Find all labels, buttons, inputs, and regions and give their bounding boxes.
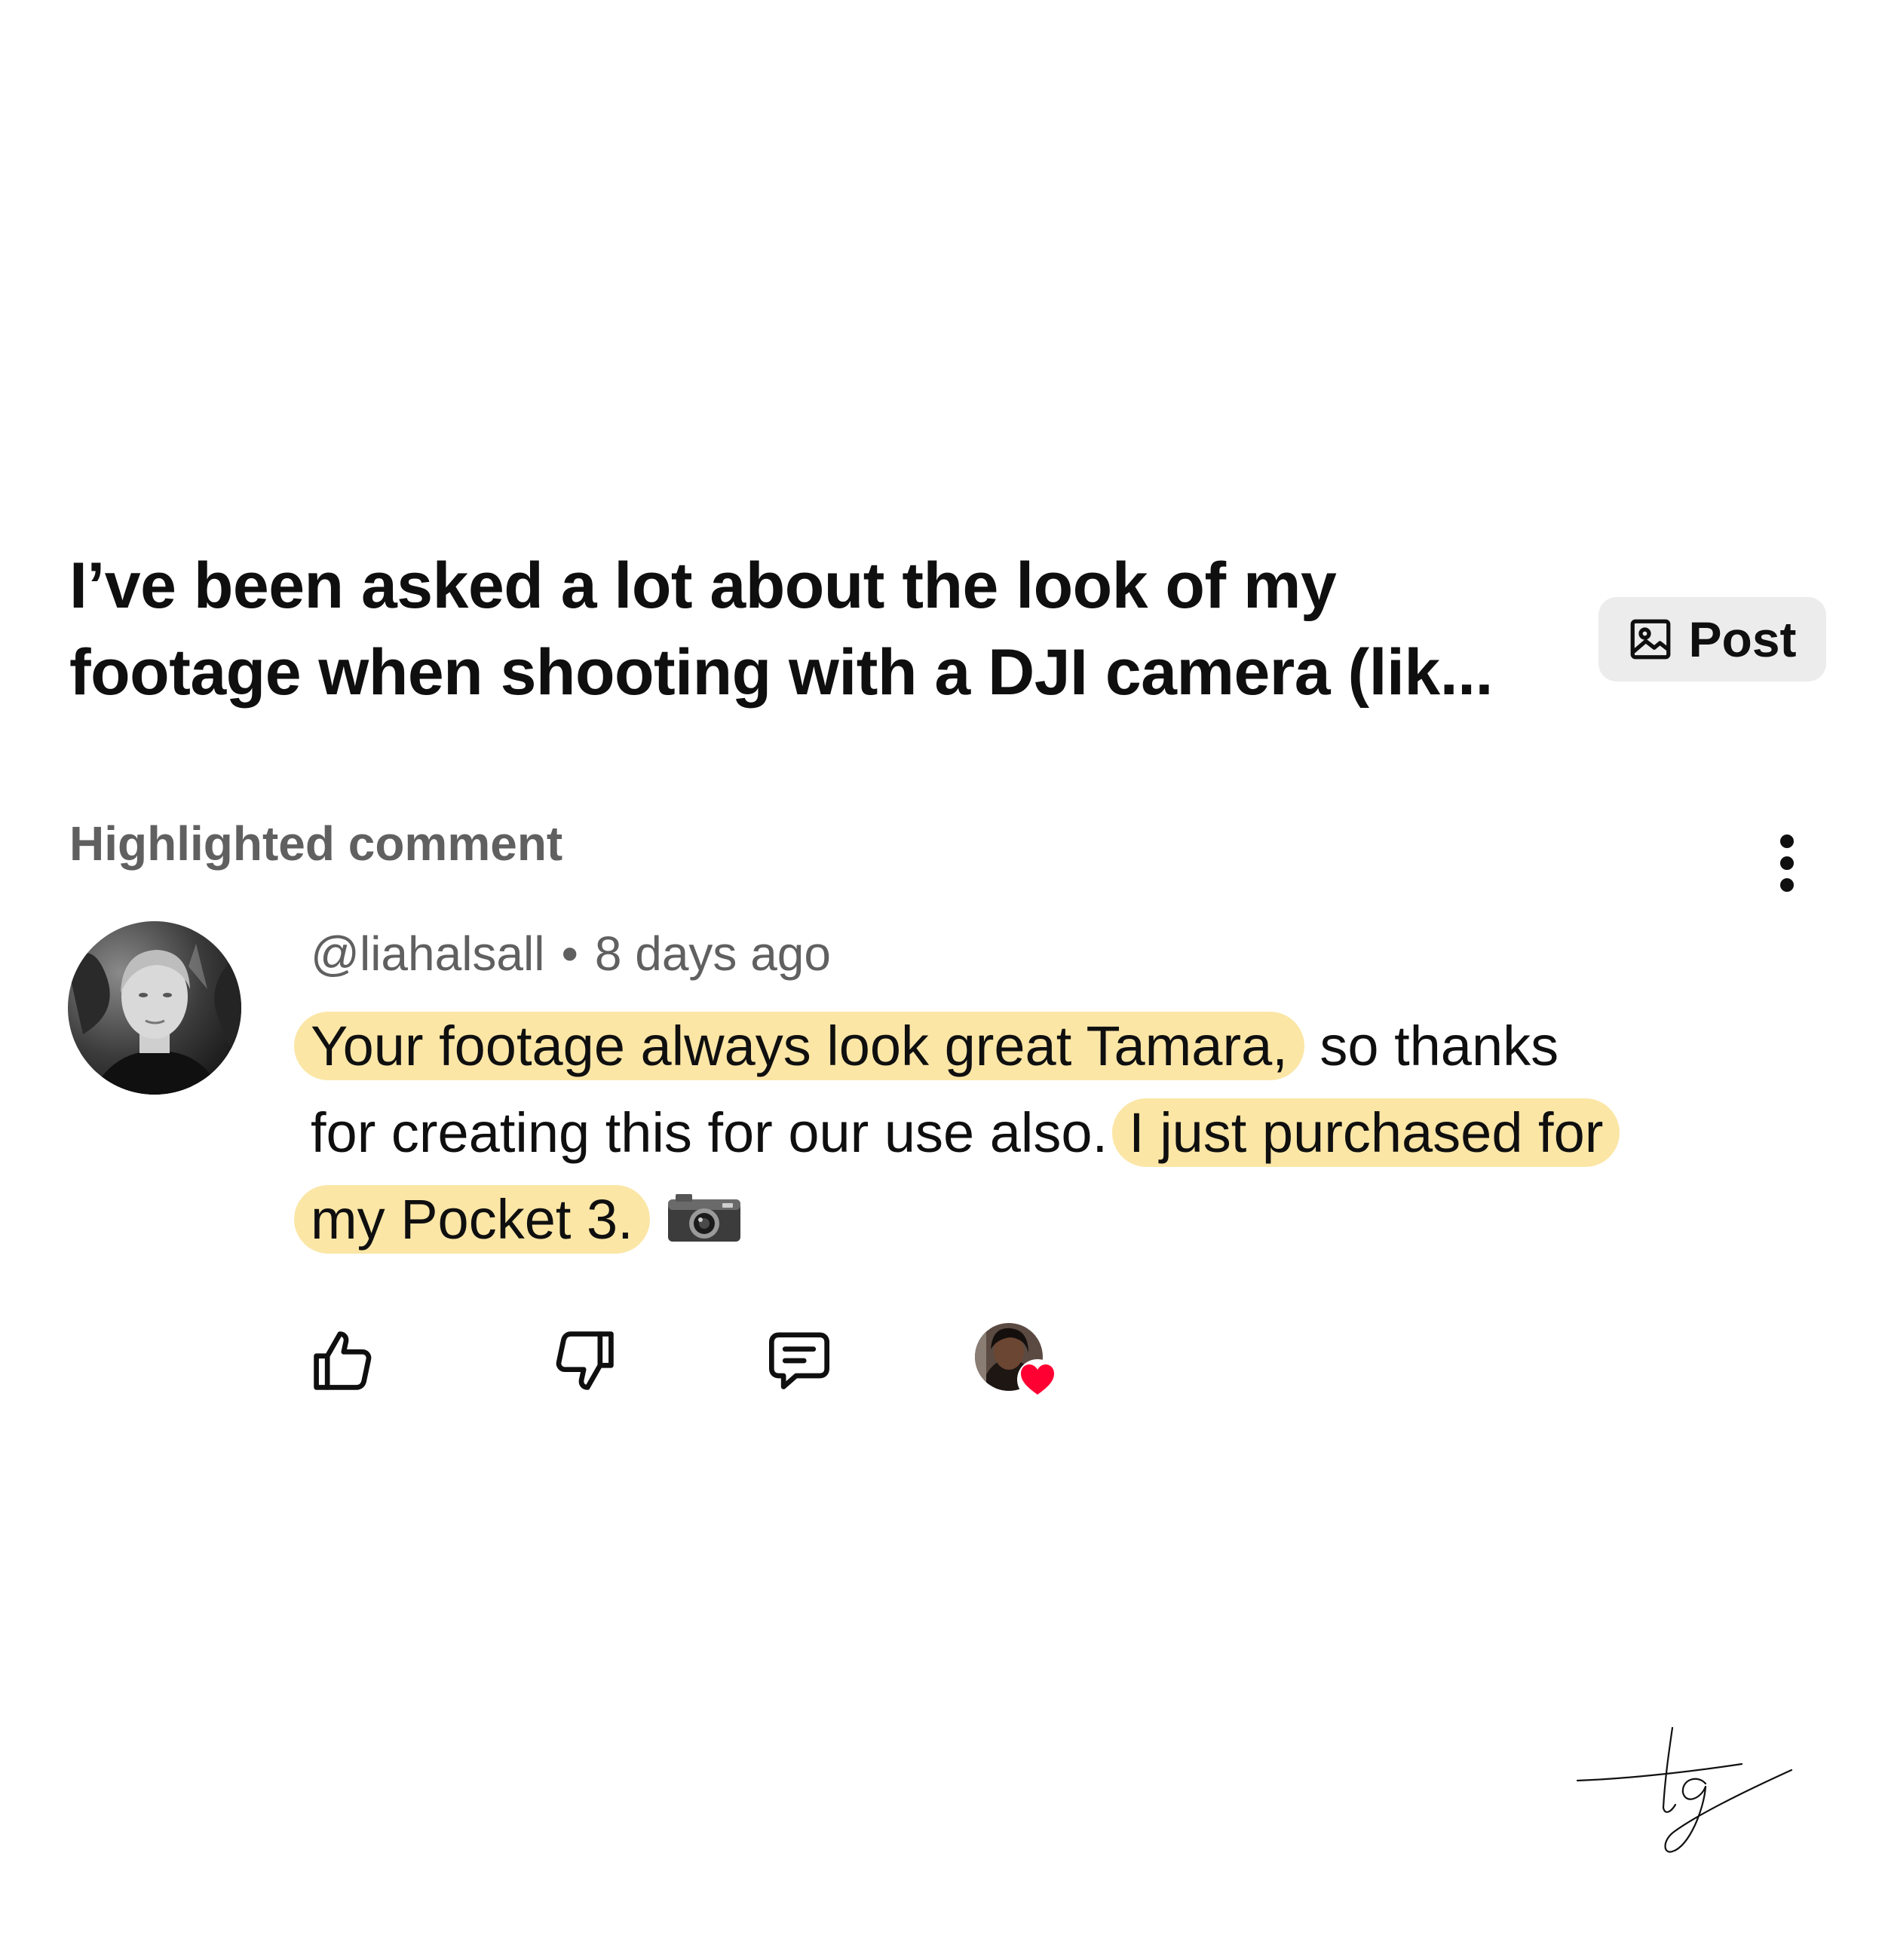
comment-line-3: my Pocket 3. bbox=[294, 1176, 1819, 1267]
post-title-line-2: footage when shooting with a DJI camera … bbox=[69, 636, 1493, 709]
image-icon bbox=[1631, 619, 1671, 660]
post-title[interactable]: I’ve been asked a lot about the look of … bbox=[69, 543, 1608, 716]
thumbs-down-icon bbox=[556, 1331, 614, 1390]
commenter-avatar[interactable] bbox=[68, 921, 241, 1095]
dislike-button[interactable] bbox=[547, 1323, 622, 1398]
reply-icon bbox=[769, 1332, 829, 1389]
creator-heart-badge bbox=[973, 1319, 1063, 1410]
like-button[interactable] bbox=[305, 1323, 381, 1398]
more-options-button[interactable] bbox=[1757, 829, 1817, 905]
comment-highlight-1: Your footage always look great Tamara, bbox=[294, 1012, 1304, 1080]
meta-separator: • bbox=[561, 926, 578, 981]
thumbs-up-icon bbox=[314, 1331, 372, 1390]
post-button[interactable]: Post bbox=[1598, 597, 1826, 681]
comment-line-1: Your footage always look great Tamara, s… bbox=[294, 1003, 1819, 1089]
more-vertical-icon bbox=[1780, 835, 1794, 892]
comment-author[interactable]: @liahalsall bbox=[311, 926, 544, 981]
reply-button[interactable] bbox=[762, 1323, 837, 1398]
comment-plain-2: for creating this for our use also. bbox=[311, 1101, 1108, 1164]
comment-highlight-3: my Pocket 3. bbox=[294, 1185, 650, 1254]
camera-emoji bbox=[667, 1181, 742, 1267]
section-label: Highlighted comment bbox=[69, 816, 563, 871]
comment-meta: @liahalsall • 8 days ago bbox=[311, 926, 831, 982]
comment-text: Your footage always look great Tamara, s… bbox=[294, 1003, 1819, 1267]
signature-watermark bbox=[1576, 1726, 1802, 1854]
comment-highlight-2: I just purchased for bbox=[1112, 1098, 1620, 1167]
post-title-line-1: I’ve been asked a lot about the look of … bbox=[69, 550, 1337, 622]
comment-time[interactable]: 8 days ago bbox=[595, 926, 831, 981]
comment-plain-1: so thanks bbox=[1304, 1015, 1559, 1077]
post-button-label: Post bbox=[1688, 611, 1797, 667]
comment-line-2: for creating this for our use also. I jus… bbox=[311, 1089, 1819, 1176]
